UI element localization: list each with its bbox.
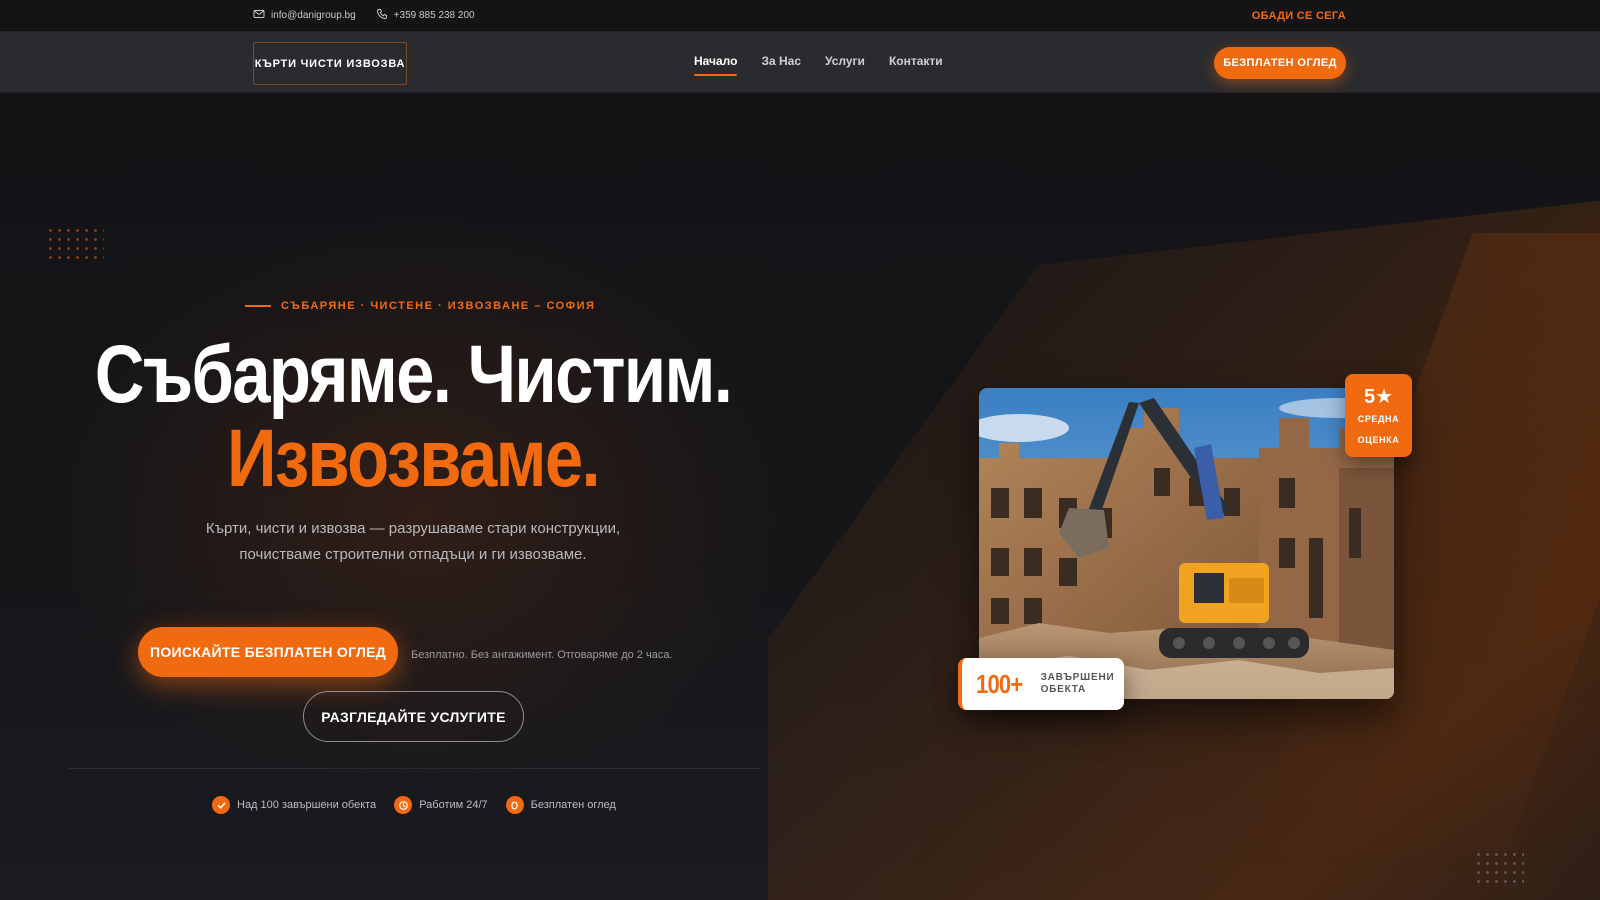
clock-icon — [394, 796, 413, 814]
stat-label-2: ОБЕКТА — [1040, 684, 1087, 695]
phone-icon — [376, 8, 388, 23]
contact-info: info@danigroup.bg +359 885 238 200 — [253, 8, 475, 23]
feature-item: Над 100 завършени обекта — [212, 796, 376, 814]
phone-link[interactable]: +359 885 238 200 — [376, 8, 475, 23]
check-icon — [212, 796, 230, 814]
completed-projects-badge: 100+ ЗАВЪРШЕНИ ОБЕКТА — [958, 658, 1124, 710]
call-now-link[interactable]: ОБАДИ СЕ СЕГА — [1252, 10, 1346, 22]
circle-icon — [505, 796, 524, 814]
nav-link-about[interactable]: За Нас — [761, 54, 801, 74]
rating-label-2: ОЦЕНКА — [1357, 435, 1400, 445]
main-navigation: КЪРТИ ЧИСТИ ИЗВОЗВА Начало За Нас Услуги… — [0, 32, 1600, 93]
feature-item: Работим 24/7 — [394, 796, 488, 814]
logo[interactable]: КЪРТИ ЧИСТИ ИЗВОЗВА — [253, 42, 407, 85]
hero-excavator-image — [979, 388, 1394, 699]
eyebrow-line — [245, 305, 271, 307]
view-services-button[interactable]: РАЗГЛЕДАЙТЕ УСЛУГИТЕ — [303, 691, 524, 742]
nav-link-services[interactable]: Услуги — [825, 54, 865, 74]
top-bar: info@danigroup.bg +359 885 238 200 ОБАДИ… — [0, 0, 1600, 32]
rating-label-1: СРЕДНА — [1357, 414, 1400, 424]
feature-label: Безплатен оглед — [530, 799, 616, 811]
nav-menu: Начало За Нас Услуги Контакти — [694, 54, 943, 76]
divider — [68, 768, 760, 769]
email-text: info@danigroup.bg — [271, 10, 356, 21]
rating-value: 5★ — [1363, 386, 1394, 408]
hero-title-line1: Събаряме. Чистим. — [94, 329, 733, 420]
inspection-note: Безплатно. Без ангажимент. Отговаряме до… — [411, 649, 673, 661]
phone-text: +359 885 238 200 — [393, 10, 475, 21]
email-link[interactable]: info@danigroup.bg — [253, 8, 356, 23]
feature-list: Над 100 завършени обекта Работим 24/7 Бе… — [212, 796, 616, 814]
stat-label: ЗАВЪРШЕНИ ОБЕКТА — [1041, 672, 1121, 696]
eyebrow-text: СЪБАРЯНЕ · ЧИСТЕНЕ · ИЗВОЗВАНЕ – СОФИЯ — [281, 300, 596, 312]
hero-lead: Кърти, чисти и извозва — разрушаваме ста… — [205, 520, 621, 563]
free-inspection-button[interactable]: БЕЗПЛАТЕН ОГЛЕД — [1214, 47, 1346, 79]
request-inspection-button[interactable]: ПОИСКАЙТЕ БЕЗПЛАТЕН ОГЛЕД — [138, 627, 398, 677]
hero-eyebrow: СЪБАРЯНЕ · ЧИСТЕНЕ · ИЗВОЗВАНЕ – СОФИЯ — [245, 300, 595, 312]
hero-title-line2: Извозваме. — [227, 413, 601, 504]
nav-link-home[interactable]: Начало — [694, 54, 738, 76]
dot-pattern — [1474, 850, 1524, 886]
feature-label: Работим 24/7 — [419, 799, 488, 811]
dot-pattern — [46, 226, 104, 262]
nav-link-contacts[interactable]: Контакти — [889, 54, 943, 74]
mail-icon — [253, 8, 265, 23]
rating-badge: 5★ СРЕДНА ОЦЕНКА — [1345, 374, 1412, 457]
feature-item: Безплатен оглед — [505, 796, 616, 814]
stat-label-1: ЗАВЪРШЕНИ — [1040, 672, 1115, 683]
hero-title: Събаряме. Чистим. Извозваме. — [66, 333, 760, 501]
feature-label: Над 100 завършени обекта — [237, 799, 377, 811]
stat-value: 100+ — [976, 668, 1023, 699]
